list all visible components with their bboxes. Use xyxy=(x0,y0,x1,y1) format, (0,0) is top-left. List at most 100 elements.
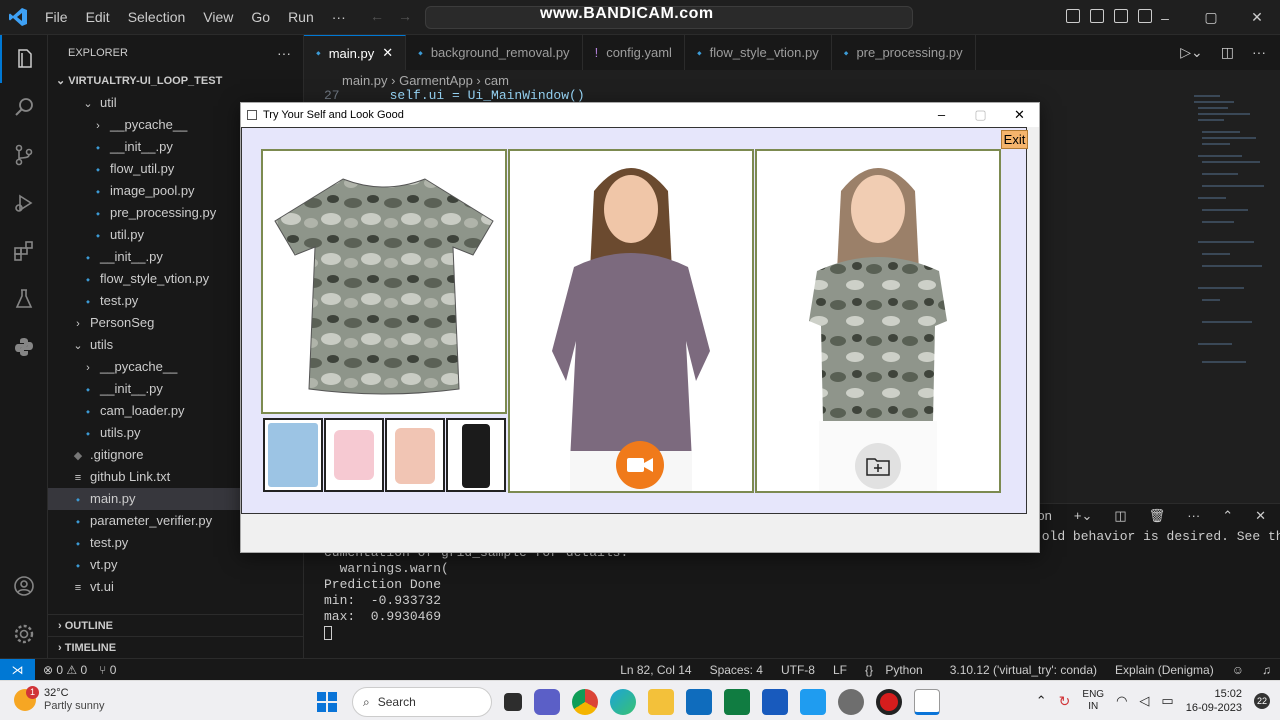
word-icon[interactable] xyxy=(762,689,788,715)
indentation[interactable]: Spaces: 4 xyxy=(701,663,772,677)
close-button[interactable]: ✕ xyxy=(1234,9,1280,26)
vscode-taskbar-icon[interactable] xyxy=(800,689,826,715)
explorer-icon[interactable] xyxy=(0,35,48,83)
edge-icon[interactable] xyxy=(610,689,636,715)
save-folder-button[interactable] xyxy=(855,443,901,489)
toggle-panel-icon[interactable] xyxy=(1090,9,1104,23)
thumbnail-peach-tee[interactable] xyxy=(385,418,445,492)
tree-item[interactable]: ⬩ vt.py xyxy=(48,554,303,576)
toggle-secondary-sidebar-icon[interactable] xyxy=(1114,9,1128,23)
nav-arrows[interactable]: ←→ xyxy=(370,8,426,24)
python-file-icon: ⬩ xyxy=(86,296,90,308)
encoding[interactable]: UTF-8 xyxy=(772,663,824,677)
split-terminal-icon[interactable]: ◫ xyxy=(1114,508,1126,524)
outline-label: OUTLINE xyxy=(64,620,114,632)
tab-background-removal[interactable]: ⬩ background_removal.py xyxy=(406,35,583,70)
explorer-more-button[interactable]: ··· xyxy=(277,45,291,61)
camera-button[interactable] xyxy=(616,441,664,489)
breadcrumb-file[interactable]: main.py xyxy=(342,73,388,88)
thumbnail-blue-shirt[interactable] xyxy=(263,418,323,492)
weather-widget[interactable]: 1 32°C Partly sunny xyxy=(14,686,105,713)
menu-run[interactable]: Run xyxy=(279,9,323,25)
store-icon[interactable] xyxy=(686,689,712,715)
maximize-panel-icon[interactable]: ⌃ xyxy=(1222,508,1233,524)
close-icon[interactable]: ✕ xyxy=(382,45,393,61)
python-app-icon[interactable] xyxy=(914,689,940,715)
workspace-root[interactable]: ⌄ VIRTUALTRY-UI_LOOP_TEST xyxy=(48,70,303,92)
clock[interactable]: 15:02 16-09-2023 xyxy=(1186,687,1242,715)
minimize-button[interactable]: – xyxy=(1142,10,1188,26)
tree-item-label: pre_processing.py xyxy=(110,205,217,220)
person-preview xyxy=(508,149,754,493)
notification-count[interactable]: 22 xyxy=(1254,693,1270,709)
run-file-icon[interactable]: ▷⌄ xyxy=(1180,44,1203,61)
language-mode[interactable]: {} Python xyxy=(856,663,941,677)
thumbnail-pink-top[interactable] xyxy=(324,418,384,492)
menu-selection[interactable]: Selection xyxy=(119,9,195,25)
battery-icon[interactable]: ▭ xyxy=(1161,693,1173,709)
notifications-bell-icon[interactable]: ♫ xyxy=(1253,663,1280,677)
explain-extension[interactable]: Explain (Denigma) xyxy=(1106,663,1223,677)
toggle-sidebar-icon[interactable] xyxy=(1066,9,1080,23)
chrome-icon[interactable] xyxy=(572,689,598,715)
app-minimize-button[interactable]: – xyxy=(922,103,961,127)
account-icon[interactable] xyxy=(0,562,48,610)
trash-icon[interactable]: 🗑 xyxy=(1149,508,1166,524)
volume-icon[interactable]: ◁ xyxy=(1139,693,1149,709)
taskbar-apps: ⌕ Search xyxy=(314,687,940,717)
excel-icon[interactable] xyxy=(724,689,750,715)
sync-icon[interactable]: ↻ xyxy=(1059,693,1071,710)
tab-flow-style-vtion[interactable]: ⬩ flow_style_vtion.py xyxy=(685,35,832,70)
end-of-line[interactable]: LF xyxy=(824,663,856,677)
remote-icon[interactable]: ⋊ xyxy=(0,658,35,681)
extensions-icon[interactable] xyxy=(0,227,48,275)
tab-config-yaml[interactable]: ! config.yaml xyxy=(583,35,685,70)
taskbar-search[interactable]: ⌕ Search xyxy=(352,687,492,717)
wifi-icon[interactable]: ◠ xyxy=(1116,693,1127,709)
teams-icon[interactable] xyxy=(534,689,560,715)
menu-file[interactable]: File xyxy=(36,9,77,25)
more-icon[interactable]: ··· xyxy=(1187,508,1200,524)
source-control-icon[interactable] xyxy=(0,131,48,179)
timeline-section[interactable]: › TIMELINE xyxy=(48,636,304,658)
breadcrumb-member[interactable]: cam xyxy=(484,73,509,88)
testing-flask-icon[interactable] xyxy=(0,275,48,323)
ports-status[interactable]: ⑂ 0 xyxy=(95,663,120,677)
menu-more[interactable]: ··· xyxy=(323,9,355,25)
tab-pre-processing[interactable]: ⬩ pre_processing.py xyxy=(832,35,976,70)
gear-icon[interactable] xyxy=(0,610,48,658)
python-interpreter[interactable]: 3.10.12 ('virtual_try': conda) xyxy=(941,663,1106,677)
maximize-button[interactable]: ▢ xyxy=(1188,9,1234,26)
run-debug-icon[interactable] xyxy=(0,179,48,227)
menu-edit[interactable]: Edit xyxy=(77,9,119,25)
app-close-button[interactable]: ✕ xyxy=(1000,103,1039,127)
show-hidden-icons-icon[interactable]: ⌃ xyxy=(1036,693,1047,709)
thumbnail-black-top[interactable] xyxy=(446,418,506,492)
yaml-file-icon: ! xyxy=(594,45,599,60)
breadcrumb-class[interactable]: GarmentApp xyxy=(399,73,473,88)
app-maximize-button[interactable]: ▢ xyxy=(961,103,1000,127)
more-actions-icon[interactable]: ··· xyxy=(1252,44,1266,61)
close-panel-icon[interactable]: ✕ xyxy=(1255,508,1266,524)
bandicam-record-icon[interactable] xyxy=(876,689,902,715)
tab-main-py[interactable]: ⬩ main.py ✕ xyxy=(304,35,407,70)
cursor-position[interactable]: Ln 82, Col 14 xyxy=(611,663,700,677)
new-terminal-icon[interactable]: +⌄ xyxy=(1074,508,1092,524)
python-icon[interactable] xyxy=(0,323,48,371)
file-explorer-icon[interactable] xyxy=(648,689,674,715)
menu-view[interactable]: View xyxy=(194,9,242,25)
tree-item[interactable]: ≡ vt.ui xyxy=(48,576,303,598)
copilot-icon[interactable]: ☺ xyxy=(1223,663,1253,677)
python-file-icon: ⬩ xyxy=(76,538,80,550)
menu-go[interactable]: Go xyxy=(242,9,279,25)
exit-button[interactable]: Exit xyxy=(1001,130,1028,149)
windows-start-icon[interactable] xyxy=(314,689,340,715)
search-icon[interactable] xyxy=(0,83,48,131)
language-indicator[interactable]: ENG IN xyxy=(1082,689,1104,713)
task-view-icon[interactable] xyxy=(504,693,522,711)
outline-section[interactable]: › OUTLINE xyxy=(48,614,304,636)
split-editor-icon[interactable]: ◫ xyxy=(1221,44,1234,61)
minimap[interactable] xyxy=(1190,92,1270,382)
settings-icon[interactable] xyxy=(838,689,864,715)
problems-status[interactable]: ⊗ 0 ⚠ 0 xyxy=(35,663,95,677)
